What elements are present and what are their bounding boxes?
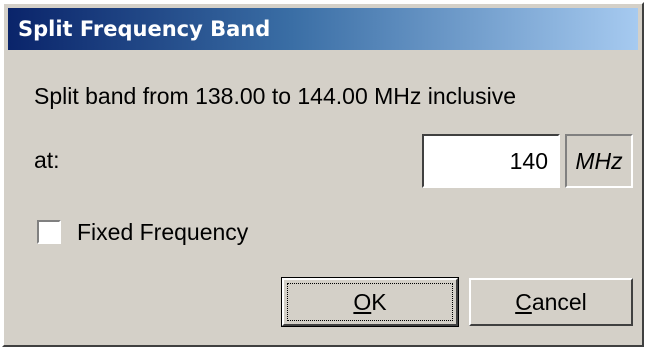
split-range-message: Split band from 138.00 to 144.00 MHz inc… <box>34 83 516 109</box>
split-frequency-input[interactable] <box>422 134 560 188</box>
dialog-title: Split Frequency Band <box>18 17 271 41</box>
ok-button[interactable]: OK <box>281 277 459 327</box>
cancel-mnemonic: C <box>515 289 532 315</box>
split-frequency-band-dialog: Split Frequency Band Split band from 138… <box>2 2 644 347</box>
ok-label-rest: K <box>371 289 387 315</box>
split-at-label: at: <box>34 147 60 173</box>
fixed-frequency-checkbox[interactable] <box>37 220 61 244</box>
fixed-frequency-label[interactable]: Fixed Frequency <box>77 218 248 246</box>
cancel-button[interactable]: Cancel <box>469 278 633 326</box>
ok-button-focus-rect: OK <box>287 283 453 321</box>
title-bar[interactable]: Split Frequency Band <box>8 8 638 50</box>
cancel-label-rest: ancel <box>531 289 587 315</box>
ok-mnemonic: O <box>353 289 372 315</box>
frequency-unit-label: MHz <box>565 134 633 188</box>
